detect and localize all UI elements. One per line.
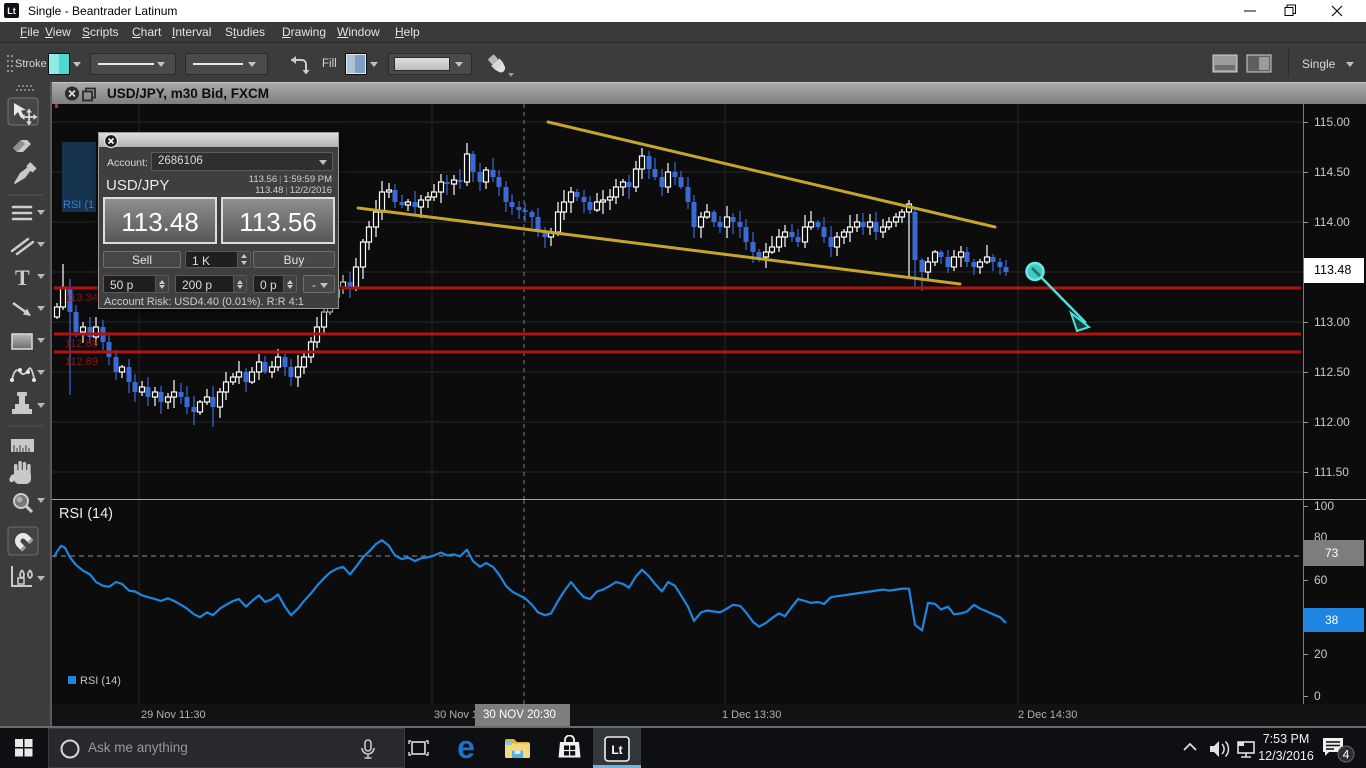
svg-text:113.34: 113.34 <box>65 292 98 304</box>
svg-text:T: T <box>15 265 30 290</box>
svg-text:Lt: Lt <box>7 6 16 16</box>
svg-text:RSI (14): RSI (14) <box>80 675 121 687</box>
svg-text:4: 4 <box>1343 748 1350 762</box>
svg-text:112.69: 112.69 <box>65 356 98 368</box>
svg-text:RSI (1: RSI (1 <box>63 199 94 211</box>
svg-text:Lt: Lt <box>611 743 622 757</box>
svg-text:112.88: 112.88 <box>65 338 98 350</box>
